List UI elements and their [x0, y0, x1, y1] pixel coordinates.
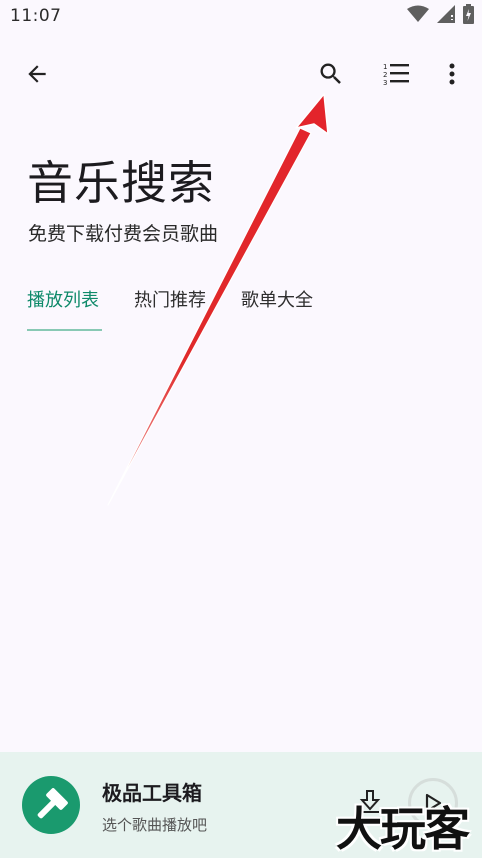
playlist-button[interactable]: 1 2 3 [378, 56, 414, 92]
svg-text:1: 1 [383, 63, 387, 71]
player-subtitle: 选个歌曲播放吧 [102, 816, 208, 834]
wifi-icon [407, 5, 429, 27]
player-title: 极品工具箱 [102, 781, 202, 805]
svg-text:2: 2 [383, 71, 387, 79]
back-arrow-icon [28, 65, 46, 83]
top-app-bar: 1 2 3 [0, 46, 482, 104]
svg-text:3: 3 [383, 79, 387, 87]
watermark: 大玩客 [336, 802, 470, 856]
battery-icon [463, 4, 474, 28]
player-app-icon[interactable] [22, 776, 80, 834]
search-button[interactable] [313, 56, 349, 92]
tab-playlist[interactable]: 播放列表 [27, 288, 99, 314]
status-icons [407, 4, 474, 28]
hammer-icon [37, 788, 68, 819]
tab-indicator [27, 329, 102, 331]
tab-bar: 播放列表 热门推荐 歌单大全 [0, 282, 482, 334]
signal-icon [437, 5, 455, 27]
tab-hot-recommend[interactable]: 热门推荐 [134, 288, 206, 314]
more-vert-icon [449, 63, 455, 85]
page-subtitle: 免费下载付费会员歌曲 [28, 223, 219, 245]
back-button[interactable] [19, 56, 55, 92]
tab-song-lists[interactable]: 歌单大全 [241, 288, 313, 314]
ordered-list-icon: 1 2 3 [383, 63, 409, 87]
search-icon [320, 63, 341, 84]
more-options-button[interactable] [434, 56, 470, 92]
status-bar: 11:07 [0, 0, 482, 34]
annotation-arrow [107, 93, 329, 506]
status-time: 11:07 [10, 6, 62, 26]
page-title: 音乐搜索 [27, 156, 215, 210]
